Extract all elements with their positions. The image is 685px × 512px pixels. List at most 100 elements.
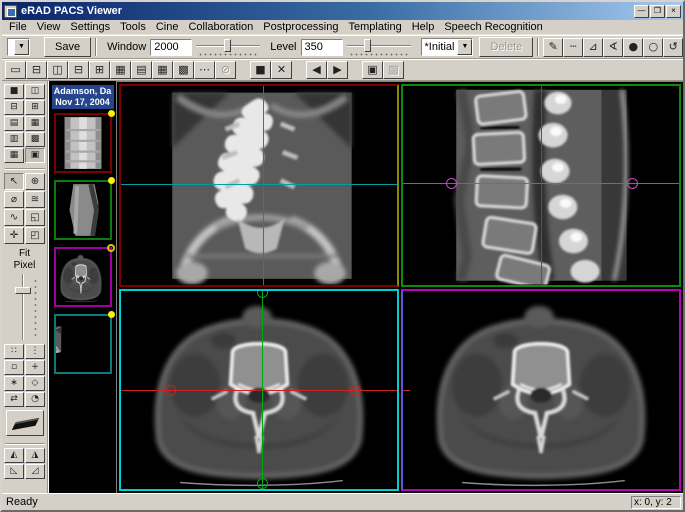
zoom-slider-handle[interactable]: [15, 287, 31, 294]
filled-ellipse-tool-button[interactable]: ●: [623, 38, 643, 57]
menu-item[interactable]: Templating: [344, 21, 407, 33]
layout-2cols-button[interactable]: ◫: [47, 61, 68, 79]
rotate-handle[interactable]: [257, 478, 268, 489]
pointer-tool-button[interactable]: ↖: [4, 173, 24, 190]
angle-tool-button[interactable]: ∢: [603, 38, 623, 57]
menu-item[interactable]: Collaboration: [183, 21, 258, 33]
viewport-sagittal[interactable]: [401, 84, 681, 287]
flip-horizontal-button[interactable]: ◭: [4, 448, 24, 463]
layout-custom-button[interactable]: ⋯: [194, 61, 215, 79]
chevron-down-icon[interactable]: ▼: [457, 39, 472, 55]
menu-item[interactable]: Help: [407, 21, 440, 33]
flip-vertical-button[interactable]: ◮: [25, 448, 45, 463]
window-slider-handle[interactable]: [224, 39, 231, 52]
layout-3x3-button[interactable]: ▤: [131, 61, 152, 79]
preset-3x3-button[interactable]: ▦: [25, 116, 45, 131]
menu-item[interactable]: Cine: [151, 21, 184, 33]
preset-3rows-button[interactable]: ▤: [4, 116, 24, 131]
layout-1x1-button[interactable]: ▭: [5, 61, 26, 79]
save-stage-button[interactable]: ▣: [362, 61, 383, 79]
close-image-button[interactable]: ✕: [271, 61, 292, 79]
ellipse-tool-button[interactable]: ○: [643, 38, 663, 57]
eraser-button[interactable]: [6, 410, 44, 436]
layout-toolgroup: ▭⊟◫⊟⊞▦▤▦▩⋯⊘: [5, 61, 236, 79]
rotate-left-button[interactable]: ◺: [4, 464, 24, 479]
restore-button[interactable]: ❐: [650, 5, 665, 18]
viewport-axial-active[interactable]: [119, 289, 399, 492]
menu-item[interactable]: Speech Recognition: [439, 21, 547, 33]
clip-tool-button[interactable]: ⌀: [4, 191, 24, 208]
thumbnail-scout-lateral[interactable]: [54, 180, 112, 240]
preset-4x4-button[interactable]: ▩: [25, 132, 45, 147]
star-annotation-button[interactable]: ∗: [4, 376, 24, 391]
preset-1x1-button[interactable]: ■: [4, 84, 24, 99]
preset-combobox[interactable]: *Initial ▼: [421, 38, 474, 56]
preset-2x2-button[interactable]: ⊞: [25, 100, 45, 115]
viewport-axial-right[interactable]: [401, 289, 681, 492]
eraser-icon: [11, 418, 38, 430]
roi-box-button[interactable]: ▫: [4, 360, 24, 375]
menu-item[interactable]: Tools: [115, 21, 151, 33]
preset-2cols-button[interactable]: ◫: [25, 84, 45, 99]
preset-2rows-button[interactable]: ⊟: [4, 100, 24, 115]
close-button[interactable]: ×: [666, 5, 681, 18]
curve-tool-button[interactable]: ∿: [4, 209, 24, 226]
rotate-right-button[interactable]: ◿: [25, 464, 45, 479]
preset-current-button[interactable]: ▣: [25, 148, 45, 163]
viewport-coronal[interactable]: [119, 84, 399, 287]
zoom-region-tool-button[interactable]: ◰: [25, 227, 45, 244]
layout-rows-wide-button[interactable]: ⊟: [68, 61, 89, 79]
clock-phase-button[interactable]: ◔: [25, 392, 45, 407]
add-point-button[interactable]: +: [25, 360, 45, 375]
zoom-slider[interactable]: [10, 274, 40, 340]
sparkle-annotation-button[interactable]: ◇: [25, 376, 45, 391]
menu-item[interactable]: Settings: [65, 21, 115, 33]
window-input[interactable]: [150, 39, 192, 56]
dotted-select-button[interactable]: ∷: [4, 344, 24, 359]
menu-item[interactable]: File: [4, 21, 32, 33]
layout-4x4-button[interactable]: ▩: [173, 61, 194, 79]
rotate-handle[interactable]: [446, 178, 457, 189]
save-button[interactable]: Save: [44, 37, 91, 57]
thumbnail-coronal-series[interactable]: [54, 314, 112, 374]
menu-item[interactable]: Postprocessing: [258, 21, 343, 33]
next-stage-button[interactable]: ▶: [327, 61, 348, 79]
layout-2rows-button[interactable]: ⊟: [26, 61, 47, 79]
tile-stack-button[interactable]: ⋮: [25, 344, 45, 359]
chevron-down-icon[interactable]: ▼: [14, 39, 29, 55]
layout-2x3-button[interactable]: ▦: [110, 61, 131, 79]
level-slider-handle[interactable]: [364, 39, 371, 52]
crop-tool-button[interactable]: ◱: [25, 209, 45, 226]
layout-2x2-button[interactable]: ⊞: [89, 61, 110, 79]
preset-3cols-button[interactable]: ▥: [4, 132, 24, 147]
thumbnail-axial-series[interactable]: [54, 247, 112, 307]
pencil-tool-button[interactable]: ✎: [543, 38, 563, 57]
level-input[interactable]: [301, 39, 343, 56]
small-tool-grid: ∷⋮▫+∗◇⇄◔: [4, 344, 45, 407]
title-bar: eRAD PACS Viewer —❐×: [2, 2, 683, 20]
ruler-tool-button[interactable]: ┄: [563, 38, 583, 57]
active-stage-button[interactable]: ■: [250, 61, 271, 79]
window-slider[interactable]: [196, 38, 260, 56]
protractor-tool-button[interactable]: ⊿: [583, 38, 603, 57]
rotate-handle[interactable]: [257, 289, 268, 298]
preset-3x4-button[interactable]: ▦: [4, 148, 24, 163]
rotate-handle[interactable]: [627, 178, 638, 189]
thumbnail-scout-ap[interactable]: [54, 113, 112, 173]
minimize-button[interactable]: —: [634, 5, 649, 18]
level-slider[interactable]: [347, 38, 411, 56]
series-combobox[interactable]: ▼: [7, 38, 30, 56]
magnifier-tool-button[interactable]: ⊕: [25, 173, 45, 190]
sagittal-reference-line: [263, 86, 264, 285]
swap-series-button[interactable]: ⇄: [4, 392, 24, 407]
left-toolbox: ■◫⊟⊞▤▦▥▩▦▣ ↖⊕⌀≋∿◱✛◰ Fit Pixel ∷⋮▫+∗◇⇄◔ ◭…: [2, 81, 48, 493]
menu-item[interactable]: View: [32, 21, 66, 33]
freehand-tool-button[interactable]: ↺: [663, 38, 683, 57]
previous-stage-button[interactable]: ◀: [306, 61, 327, 79]
pan-tool-button[interactable]: ✛: [4, 227, 24, 244]
layout-3x4-button[interactable]: ▦: [152, 61, 173, 79]
status-text: Ready: [4, 496, 631, 508]
rotate-handle[interactable]: [165, 385, 176, 396]
window-level-tool-button[interactable]: ≋: [25, 191, 45, 208]
rotate-handle[interactable]: [350, 385, 361, 396]
